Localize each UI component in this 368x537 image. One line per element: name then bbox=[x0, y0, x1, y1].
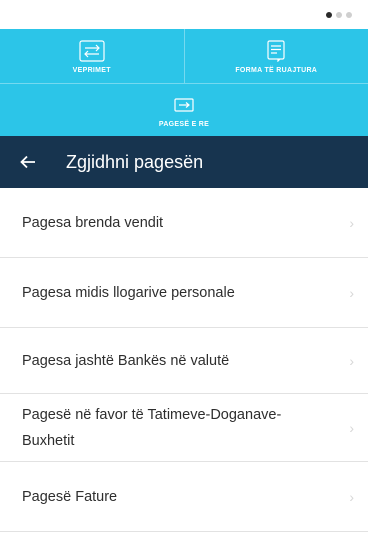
list-item-invoice-payment[interactable]: Pagesë Fature › bbox=[0, 462, 368, 532]
list-item-foreign-currency-payment[interactable]: Pagesa jashtë Bankës në valutë › bbox=[0, 328, 368, 394]
quick-actions-row: VEPRIMET FORMA TË RUAJTURA bbox=[0, 29, 368, 83]
list-item-label: Pagesa midis llogarive personale bbox=[22, 284, 235, 301]
chevron-right-icon: › bbox=[349, 419, 354, 436]
list-item-domestic-payment[interactable]: Pagesa brenda vendit › bbox=[0, 188, 368, 258]
menu-dot bbox=[346, 12, 352, 18]
more-options-icon[interactable] bbox=[326, 12, 352, 18]
arrow-left-icon bbox=[20, 155, 35, 169]
list-item-label: Pagesa brenda vendit bbox=[22, 214, 164, 231]
payment-selection-screen: VEPRIMET FORMA TË RUAJTURA PAGESË E RE Z… bbox=[0, 0, 368, 537]
list-item-label: Pagesë Fature bbox=[22, 488, 118, 505]
list-item-tax-customs-budget-payment[interactable]: Pagesë në favor të Tatimeve-Doganave-Bux… bbox=[0, 394, 368, 462]
new-payment-label: PAGESË E RE bbox=[158, 120, 210, 128]
chevron-right-icon: › bbox=[349, 284, 354, 301]
list-item-label: Pagesë në favor të Tatimeve-Doganave-Bux… bbox=[22, 406, 282, 449]
saved-forms-button[interactable]: FORMA TË RUAJTURA bbox=[183, 29, 368, 83]
list-item-own-accounts-payment[interactable]: Pagesa midis llogarive personale › bbox=[0, 258, 368, 328]
document-icon bbox=[266, 39, 286, 63]
banknote-icon bbox=[174, 93, 194, 117]
chevron-right-icon: › bbox=[349, 214, 354, 231]
menu-dot bbox=[336, 12, 342, 18]
list-item-label: Pagesa jashtë Bankës në valutë bbox=[22, 352, 230, 369]
movements-label: VEPRIMET bbox=[72, 66, 111, 74]
new-payment-row: PAGESË E RE bbox=[0, 83, 368, 136]
payment-type-list: Pagesa brenda vendit › Pagesa midis llog… bbox=[0, 188, 368, 532]
menu-dot bbox=[326, 12, 332, 18]
page-header: Zgjidhni pagesën bbox=[0, 136, 368, 188]
page-title: Zgjidhni pagesën bbox=[66, 151, 204, 172]
back-button[interactable] bbox=[20, 150, 44, 174]
saved-forms-label: FORMA TË RUAJTURA bbox=[235, 66, 318, 74]
chevron-right-icon: › bbox=[349, 352, 354, 369]
movements-button[interactable]: VEPRIMET bbox=[0, 29, 184, 83]
transfer-arrows-icon bbox=[79, 39, 105, 63]
new-payment-button[interactable]: PAGESË E RE bbox=[0, 84, 368, 136]
chevron-right-icon: › bbox=[349, 488, 354, 505]
top-strip bbox=[0, 0, 368, 29]
quick-actions-panel: VEPRIMET FORMA TË RUAJTURA PAGESË E RE bbox=[0, 29, 368, 136]
